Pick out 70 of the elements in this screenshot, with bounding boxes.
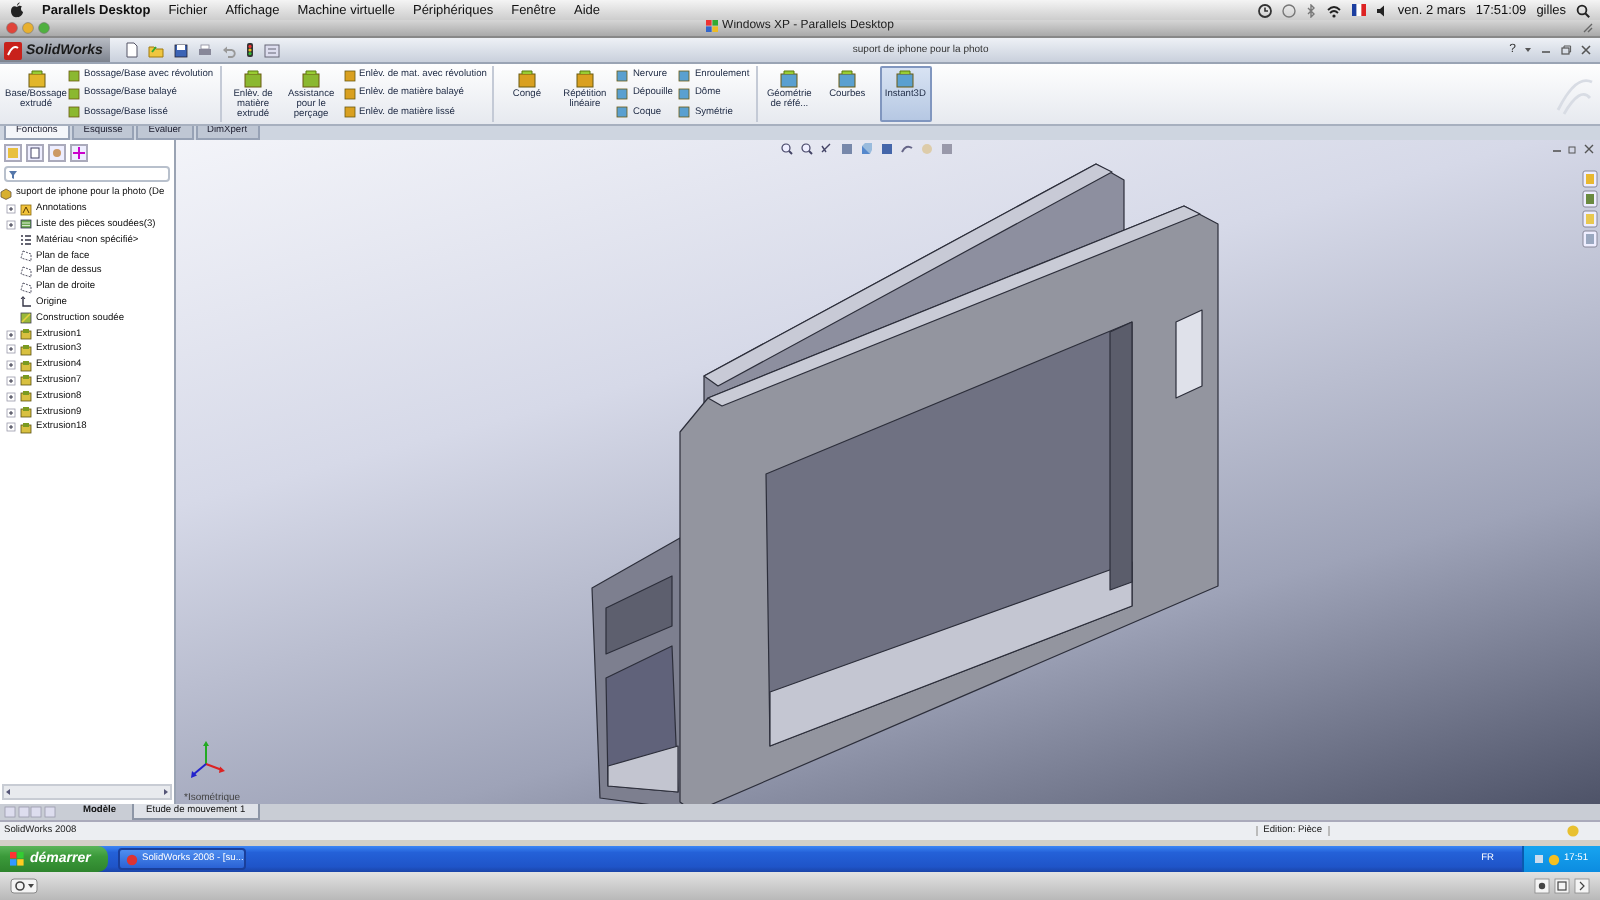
zoom-button-icon[interactable] [38,22,50,34]
filter-field[interactable] [4,166,170,182]
part-icon [0,187,12,200]
configuration-icon[interactable] [48,144,66,162]
feature-manager-icon[interactable] [4,144,22,162]
settings-dropdown-icon[interactable] [10,878,38,894]
device-icon[interactable] [1534,878,1550,894]
zoom-fit-icon[interactable] [780,142,794,156]
expand-icon[interactable] [6,422,16,433]
axes-triad-icon [190,740,226,780]
extrusion-icon [20,390,32,403]
weldment-icon [20,312,32,325]
filter-icon [8,169,18,179]
expand-icon[interactable] [6,204,16,215]
wifi-icon[interactable] [1325,3,1342,17]
property-manager-icon[interactable] [26,144,44,162]
feature-icon [302,70,321,88]
search-icon[interactable] [1576,3,1590,17]
caret-icon[interactable] [1524,46,1532,54]
feature-icon [575,70,594,88]
feature-icon [780,70,799,88]
hide-show-icon[interactable] [900,142,914,156]
flag-icon[interactable] [1351,4,1366,16]
display-style-icon[interactable] [880,142,894,156]
origin-icon [20,296,32,309]
speaker-icon[interactable] [1375,3,1388,17]
minimize-icon[interactable] [1552,144,1562,154]
close-button-icon[interactable] [6,22,18,34]
expand-icon[interactable] [6,219,16,230]
menu-arrow-icon[interactable] [1574,878,1590,894]
apple-icon [10,2,24,18]
view-orientation-icon[interactable] [860,142,874,156]
bluetooth-icon[interactable] [1305,3,1316,17]
zoom-area-icon[interactable] [800,142,814,156]
print-icon[interactable] [198,43,213,57]
expand-icon[interactable] [6,360,16,371]
expand-icon[interactable] [6,375,16,386]
windows-logo-icon [706,20,719,32]
annotation-icon [20,203,32,216]
save-icon[interactable] [174,43,189,57]
feature-icon [27,70,45,88]
restore-icon[interactable] [1560,44,1572,56]
previous-view-icon[interactable] [820,142,834,156]
undo-icon[interactable] [222,43,237,57]
scroll-left-icon[interactable] [4,788,12,796]
expand-icon[interactable] [6,407,16,418]
feature-icon [517,70,536,88]
rebuild-icon[interactable] [246,42,255,58]
time-machine-icon[interactable] [1257,3,1272,17]
feature-icon [244,70,263,88]
windows-logo-icon [10,852,24,866]
expand-icon[interactable] [6,391,16,402]
ds-logo-icon [4,41,22,59]
scroll-right-icon[interactable] [162,788,170,796]
expand-icon[interactable] [6,329,16,340]
expand-icon[interactable] [6,344,16,355]
restore-icon[interactable] [1568,144,1578,154]
horizontal-scrollbar[interactable] [2,784,172,800]
open-folder-icon[interactable] [148,43,165,57]
options-icon[interactable] [264,43,281,57]
material-icon [20,234,32,247]
dimxpert-icon[interactable] [70,144,88,162]
cut-list-icon [20,218,32,231]
feature-icon [896,70,915,88]
app-icon [126,853,138,865]
close-icon[interactable] [1580,44,1592,56]
resize-icon[interactable] [1582,22,1594,34]
feature-icon [838,70,857,88]
close-icon[interactable] [1584,144,1594,154]
new-document-icon[interactable] [126,42,139,58]
